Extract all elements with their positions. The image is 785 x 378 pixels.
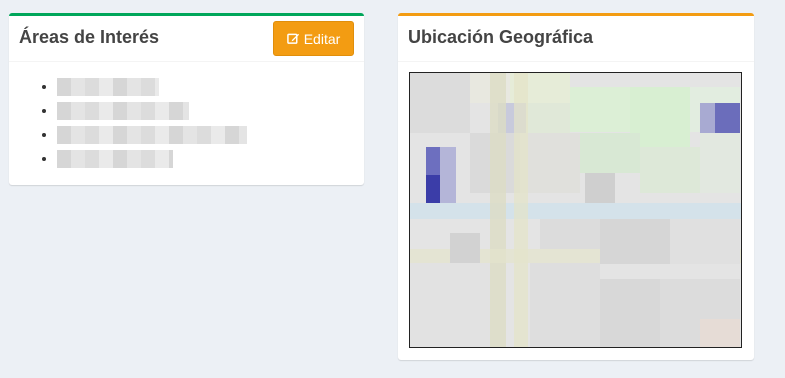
redacted-text	[57, 78, 159, 97]
redacted-text	[57, 150, 173, 169]
interests-panel-title: Áreas de Interés	[19, 27, 160, 47]
location-panel: Ubicación Geográfica	[398, 13, 754, 360]
list-item	[57, 98, 247, 122]
interests-panel-header: Áreas de Interés Editar	[9, 16, 364, 62]
interests-list	[9, 74, 247, 170]
list-item	[57, 146, 247, 170]
edit-button[interactable]: Editar	[273, 21, 354, 56]
redacted-text	[57, 126, 247, 145]
pencil-square-icon	[286, 32, 300, 45]
map-image	[410, 73, 741, 347]
map[interactable]	[409, 72, 742, 348]
list-item	[57, 122, 247, 146]
interests-panel: Áreas de Interés Editar	[9, 13, 364, 185]
redacted-text	[57, 102, 189, 121]
location-panel-title: Ubicación Geográfica	[408, 27, 594, 47]
location-panel-header: Ubicación Geográfica	[398, 16, 754, 62]
list-item	[57, 74, 247, 98]
edit-button-label: Editar	[303, 30, 341, 47]
